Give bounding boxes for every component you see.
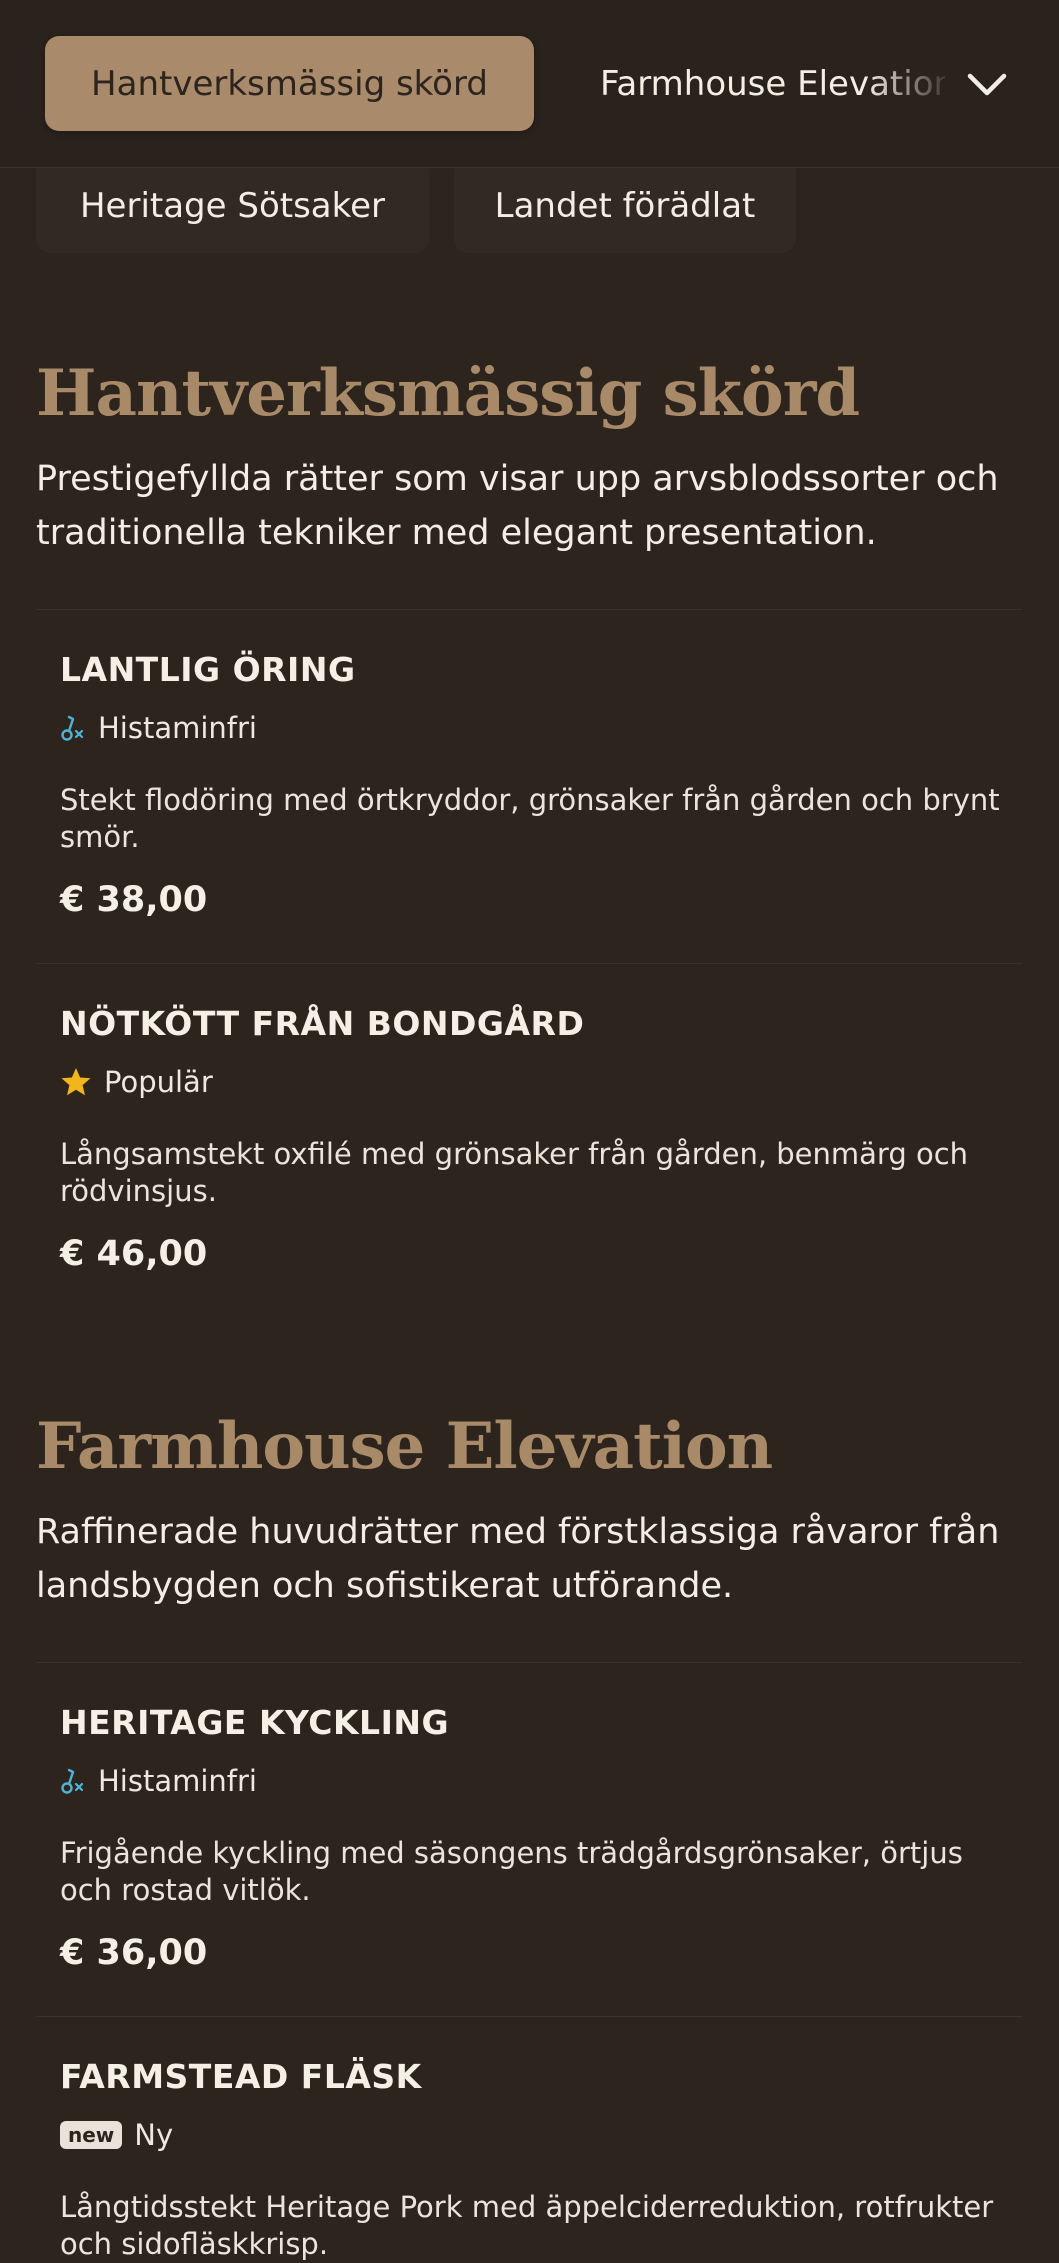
tab-farmhouse-elevation[interactable]: Farmhouse Elevation xyxy=(600,36,945,131)
tab-heritage-sotsaker[interactable]: Heritage Sötsaker xyxy=(36,158,429,253)
histamine-free-icon xyxy=(60,1766,86,1796)
item-name: FARMSTEAD FLÄSK xyxy=(60,2057,422,2096)
item-tag: new Ny xyxy=(60,2118,173,2152)
tab-label: Hantverksmässig skörd xyxy=(91,63,488,104)
tag-label: Histaminfri xyxy=(98,711,257,745)
category-nav-bar: Hantverksmässig skörd Farmhouse Elevatio… xyxy=(0,0,1059,168)
tag-label: Populär xyxy=(104,1065,213,1099)
item-description: Långsamstekt oxfilé med grönsaker från g… xyxy=(60,1137,969,1208)
chevron-down-icon[interactable] xyxy=(962,60,1012,110)
item-name: LANTLIG ÖRING xyxy=(60,650,356,689)
star-icon xyxy=(60,1066,92,1098)
tab-hantverksmassig-skord[interactable]: Hantverksmässig skörd xyxy=(45,36,534,131)
section-description: Raffinerade huvudrätter med förstklassig… xyxy=(36,1512,1000,1606)
divider xyxy=(36,963,1022,964)
item-description: Frigående kyckling med säsongens trädgår… xyxy=(60,1836,963,1907)
new-badge: new xyxy=(60,2121,123,2149)
section-description: Prestigefyllda rätter som visar upp arvs… xyxy=(36,459,999,553)
item-price: € 46,00 xyxy=(60,1234,208,1274)
tag-label: Histaminfri xyxy=(98,1764,257,1798)
item-tag: Histaminfri xyxy=(60,711,257,745)
item-name: NÖTKÖTT FRÅN BONDGÅRD xyxy=(60,1004,585,1043)
item-tag: Histaminfri xyxy=(60,1764,257,1798)
tab-label: Landet förädlat xyxy=(494,185,756,226)
divider xyxy=(36,1662,1022,1663)
item-description: Långtidsstekt Heritage Pork med äppelcid… xyxy=(60,2190,994,2261)
tab-label: Heritage Sötsaker xyxy=(79,185,386,226)
section-title: Hantverksmässig skörd xyxy=(36,356,860,431)
divider xyxy=(36,609,1022,610)
item-name: HERITAGE KYCKLING xyxy=(60,1703,450,1742)
new-badge-icon: new xyxy=(60,2121,123,2149)
histamine-free-icon xyxy=(60,713,86,743)
item-description: Stekt flodöring med örtkryddor, grönsake… xyxy=(60,783,1000,854)
item-tag: Populär xyxy=(60,1065,213,1099)
tag-label: Ny xyxy=(134,2118,174,2152)
divider xyxy=(36,2016,1022,2017)
section-title: Farmhouse Elevation xyxy=(36,1409,773,1484)
tab-landet-foradlat[interactable]: Landet förädlat xyxy=(454,158,796,253)
tab-label: Farmhouse Elevation xyxy=(600,63,945,104)
item-price: € 38,00 xyxy=(60,880,208,920)
item-price: € 36,00 xyxy=(60,1933,208,1973)
